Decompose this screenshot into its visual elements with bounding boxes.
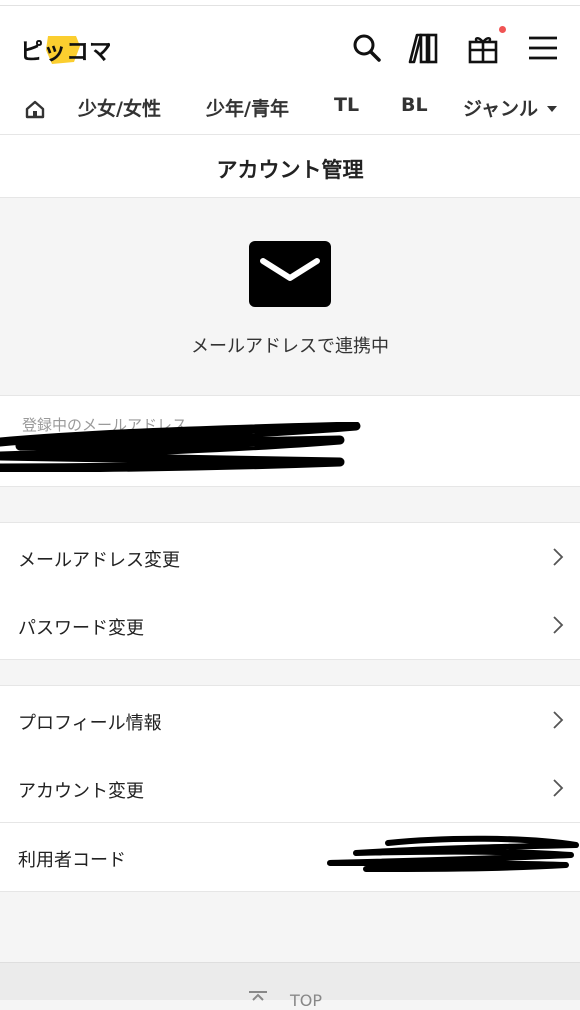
page-title: アカウント管理 (216, 158, 364, 182)
redaction-scribble (0, 422, 361, 472)
link-status-section: メールアドレスで連携中 (0, 198, 580, 394)
registered-email-section: 登録中のメールアドレス (0, 395, 580, 487)
back-to-top-label: TOP (290, 991, 323, 1010)
category-nav: 少女/女性 少年/青年 TL BL ジャンル (0, 84, 580, 135)
home-icon[interactable] (24, 98, 46, 120)
nav-item-shounen[interactable]: 少年/青年 (206, 94, 289, 121)
chevron-right-icon (553, 779, 564, 797)
chevron-right-icon (553, 548, 564, 566)
arrow-up-icon (249, 991, 267, 1001)
change-email-label: メールアドレス変更 (18, 550, 180, 571)
bookshelf-icon[interactable] (406, 31, 440, 65)
piccoma-logo[interactable]: ピッコマ (18, 32, 110, 68)
caret-down-icon (546, 106, 557, 112)
page-title-bar: アカウント管理 (0, 135, 580, 198)
change-account-row[interactable]: アカウント変更 (0, 754, 580, 823)
user-code-label: 利用者コード (18, 850, 126, 871)
profile-info-row[interactable]: プロフィール情報 (0, 685, 580, 755)
nav-item-genre[interactable]: ジャンル (463, 94, 557, 121)
change-email-row[interactable]: メールアドレス変更 (0, 522, 580, 592)
user-code-row: 利用者コード (0, 823, 580, 892)
gift-icon[interactable] (466, 31, 500, 65)
logo-text: ピッコマ (20, 39, 110, 65)
nav-item-bl[interactable]: BL (401, 94, 428, 116)
redaction-scribble (327, 835, 579, 872)
nav-item-shoujo[interactable]: 少女/女性 (78, 94, 161, 121)
notification-dot (499, 26, 506, 33)
profile-info-label: プロフィール情報 (18, 713, 162, 734)
menu-icon[interactable] (526, 31, 560, 65)
search-icon[interactable] (350, 31, 384, 65)
nav-item-tl[interactable]: TL (334, 94, 359, 116)
app-header: ピッコマ (0, 6, 580, 84)
change-password-label: パスワード変更 (18, 618, 144, 639)
link-status-text: メールアドレスで連携中 (191, 336, 389, 357)
back-to-top-button[interactable]: TOP (0, 962, 580, 1010)
change-account-label: アカウント変更 (18, 781, 144, 802)
chevron-right-icon (553, 711, 564, 729)
chevron-right-icon (553, 616, 564, 634)
change-password-row[interactable]: パスワード変更 (0, 591, 580, 660)
mail-icon (249, 241, 331, 307)
nav-item-genre-label: ジャンル (463, 98, 539, 120)
